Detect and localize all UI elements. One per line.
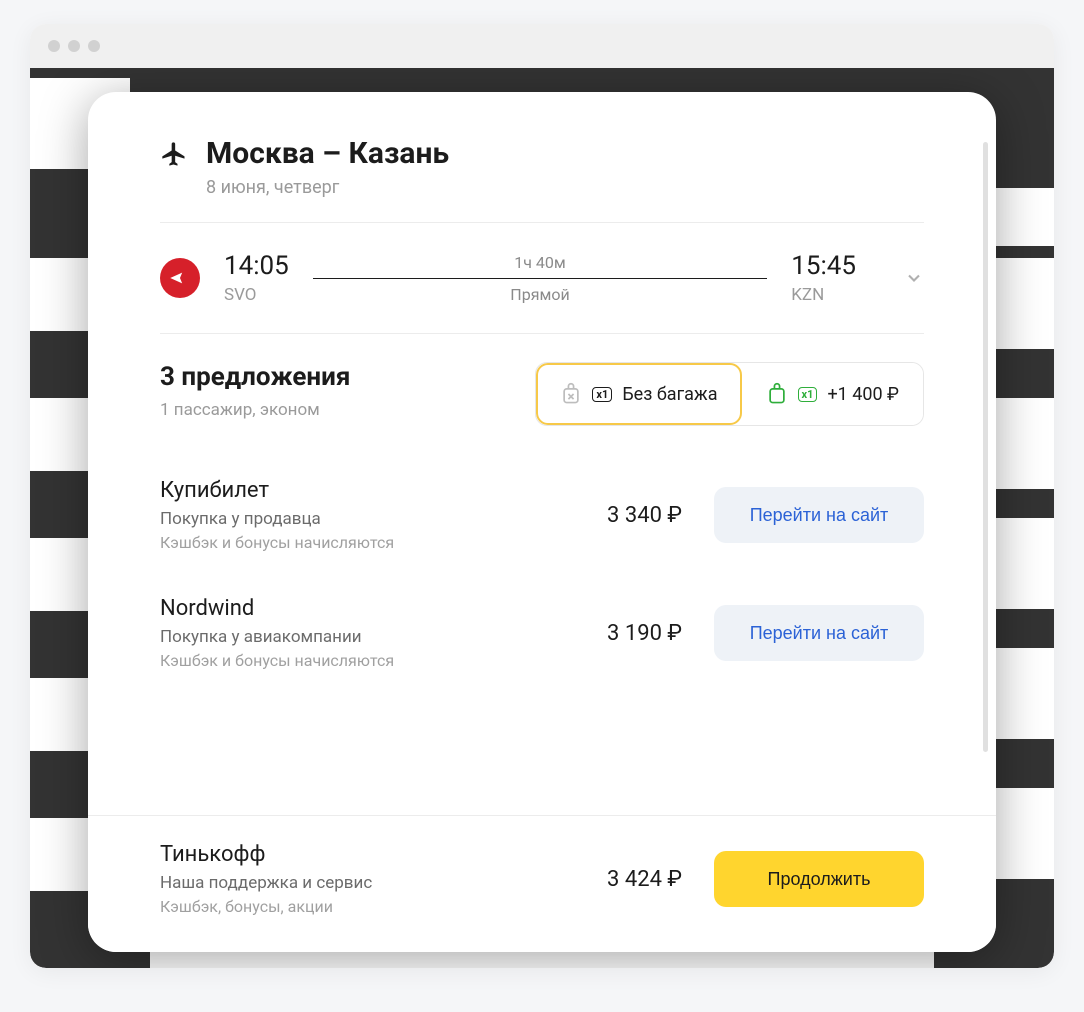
offer-name: Nordwind: [160, 596, 583, 621]
arrival-time: 15:45: [791, 251, 856, 281]
viewport: кв я, ч 0 5 0 0 0 у ст 61 +1 3 19 +1 4 5…: [30, 68, 1054, 968]
route-date: 8 июня, четверг: [206, 177, 449, 198]
offer-sub1: Покупка у продавца: [160, 509, 583, 529]
flight-line: [313, 278, 768, 279]
baggage-none-label: Без багажа: [622, 384, 717, 405]
divider: [160, 222, 924, 223]
offer-price: 3 190 ₽: [607, 621, 682, 646]
chevron-down-icon[interactable]: [904, 268, 924, 288]
suitcase-x-icon: [560, 382, 582, 406]
route-title: Москва – Казань: [206, 136, 449, 171]
divider: [160, 333, 924, 334]
go-to-site-button[interactable]: Перейти на сайт: [714, 605, 924, 661]
offer-row: Купибилет Покупка у продавца Кэшбэк и бо…: [160, 456, 924, 574]
continue-button[interactable]: Продолжить: [714, 851, 924, 907]
baggage-with-price: +1 400 ₽: [827, 384, 899, 405]
primary-offer-name: Тинькофф: [160, 842, 583, 867]
bag-count-badge: x1: [592, 387, 612, 402]
flight-details-modal: Москва – Казань 8 июня, четверг 14:05 SV…: [88, 92, 996, 952]
offer-row: Nordwind Покупка у авиакомпании Кэшбэк и…: [160, 574, 924, 692]
window-dot: [48, 40, 60, 52]
window-title-bar: [30, 24, 1054, 68]
offer-name: Купибилет: [160, 478, 583, 503]
airplane-icon: [160, 140, 188, 168]
departure-time: 14:05: [224, 251, 289, 281]
window-dot: [68, 40, 80, 52]
baggage-option-with[interactable]: x1 +1 400 ₽: [742, 363, 923, 425]
flight-summary[interactable]: 14:05 SVO 1ч 40м Прямой 15:45 KZN: [160, 251, 924, 305]
arrival-code: KZN: [791, 285, 856, 305]
offer-price: 3 340 ₽: [607, 503, 682, 528]
bag-count-badge: x1: [798, 387, 818, 402]
baggage-toggle: x1 Без багажа x1 +1 400 ₽: [535, 362, 924, 426]
departure-code: SVO: [224, 285, 289, 305]
offer-sub2: Кэшбэк и бонусы начисляются: [160, 533, 583, 552]
window-dot: [88, 40, 100, 52]
suitcase-icon: [766, 382, 788, 406]
modal-footer: Тинькофф Наша поддержка и сервис Кэшбэк,…: [88, 815, 996, 952]
baggage-option-none[interactable]: x1 Без багажа: [536, 363, 741, 425]
flight-stops: Прямой: [510, 285, 569, 304]
offers-subtitle: 1 пассажир, эконом: [160, 400, 350, 420]
primary-offer-sub1: Наша поддержка и сервис: [160, 873, 583, 893]
airline-logo: [160, 258, 200, 298]
flight-duration: 1ч 40м: [514, 253, 566, 272]
modal-body: Москва – Казань 8 июня, четверг 14:05 SV…: [88, 92, 996, 815]
primary-offer-sub2: Кэшбэк, бонусы, акции: [160, 897, 583, 916]
scrollbar[interactable]: [983, 142, 988, 752]
offer-sub1: Покупка у авиакомпании: [160, 627, 583, 647]
primary-offer-price: 3 424 ₽: [607, 867, 682, 892]
offer-sub2: Кэшбэк и бонусы начисляются: [160, 651, 583, 670]
go-to-site-button[interactable]: Перейти на сайт: [714, 487, 924, 543]
offers-title: 3 предложения: [160, 362, 350, 392]
browser-window: кв я, ч 0 5 0 0 0 у ст 61 +1 3 19 +1 4 5…: [30, 24, 1054, 968]
